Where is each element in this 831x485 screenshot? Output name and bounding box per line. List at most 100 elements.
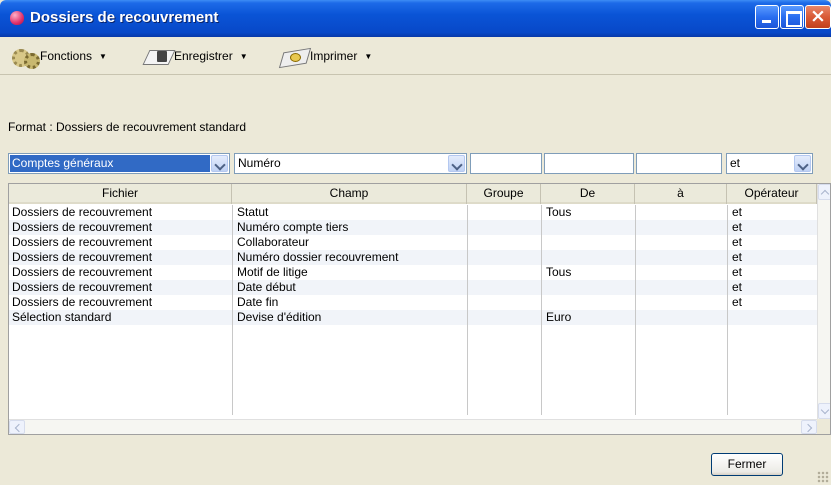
cell-champ: Motif de litige: [237, 265, 308, 279]
caret-down-icon: ▼: [99, 51, 107, 61]
app-icon: [10, 11, 24, 25]
fichier-select[interactable]: Comptes généraux: [8, 153, 230, 174]
cell-champ: Numéro compte tiers: [237, 220, 349, 234]
column-header-groupe[interactable]: Groupe: [467, 184, 541, 204]
window-title: Dossiers de recouvrement: [30, 9, 219, 26]
operateur-select[interactable]: et: [726, 153, 813, 174]
champ-select[interactable]: Numéro: [234, 153, 467, 174]
enregistrer-label: Enregistrer: [174, 49, 233, 63]
toolbar-divider: [0, 74, 831, 75]
cell-groupe: [467, 265, 541, 280]
cell-a: [635, 310, 727, 325]
cell-champ: Statut: [237, 205, 269, 219]
groupe-input[interactable]: [470, 153, 542, 174]
title-bar[interactable]: Dossiers de recouvrement ×: [0, 0, 831, 37]
cell-a: [635, 235, 727, 250]
enregistrer-menu-button[interactable]: Enregistrer ▼: [144, 45, 248, 67]
cell-de: Euro: [546, 310, 572, 324]
cell-a: [635, 295, 727, 310]
table-row[interactable]: Dossiers de recouvrement Numéro dossier …: [9, 250, 817, 265]
cell-groupe: [467, 280, 541, 295]
cell-champ: Devise d'édition: [237, 310, 322, 324]
grid-rows: Dossiers de recouvrement Statut Tous et …: [9, 205, 817, 415]
cell-a: [635, 220, 727, 235]
column-header-fichier[interactable]: Fichier: [9, 184, 232, 204]
resize-grip-icon[interactable]: [817, 471, 829, 483]
cell-de: [543, 295, 635, 310]
fonctions-menu-button[interactable]: Fonctions ▼: [10, 45, 107, 69]
criteria-grid: Fichier Champ Groupe De à Opérateur Doss…: [8, 183, 831, 435]
horizontal-scrollbar[interactable]: [9, 419, 817, 434]
cell-a: [635, 265, 727, 280]
fermer-button[interactable]: Fermer: [711, 453, 783, 476]
cell-operateur: [729, 310, 817, 325]
cell-fichier: Dossiers de recouvrement: [12, 265, 153, 279]
column-divider: [467, 205, 468, 415]
operateur-select-value: et: [730, 156, 741, 170]
column-header-a[interactable]: à: [635, 184, 727, 204]
cell-fichier: Dossiers de recouvrement: [12, 220, 153, 234]
chevron-down-icon[interactable]: [211, 155, 228, 172]
imprimer-label: Imprimer: [310, 49, 358, 63]
chevron-down-icon[interactable]: [794, 155, 811, 172]
fichier-select-value: Comptes généraux: [12, 156, 114, 170]
cell-de: Tous: [546, 265, 572, 279]
cell-de: [543, 235, 635, 250]
cell-groupe: [467, 235, 541, 250]
caret-down-icon: ▼: [364, 51, 373, 61]
format-label: Format : Dossiers de recouvrement standa…: [8, 120, 247, 134]
grid-header: Fichier Champ Groupe De à Opérateur: [9, 184, 817, 204]
cell-champ: Date fin: [237, 295, 279, 309]
table-row[interactable]: Dossiers de recouvrement Date fin et: [9, 295, 817, 310]
cell-operateur: et: [732, 265, 743, 279]
column-header-de[interactable]: De: [541, 184, 635, 204]
save-icon: [144, 46, 172, 66]
table-row[interactable]: Dossiers de recouvrement Numéro compte t…: [9, 220, 817, 235]
vertical-scrollbar[interactable]: [817, 184, 830, 419]
cell-operateur: et: [732, 220, 743, 234]
table-row[interactable]: Dossiers de recouvrement Collaborateur e…: [9, 235, 817, 250]
cell-groupe: [467, 295, 541, 310]
cell-champ: Numéro dossier recouvrement: [237, 250, 399, 264]
cell-champ: Collaborateur: [237, 235, 310, 249]
a-input[interactable]: [636, 153, 722, 174]
table-row[interactable]: Dossiers de recouvrement Statut Tous et: [9, 205, 817, 220]
cell-fichier: Dossiers de recouvrement: [12, 280, 153, 294]
column-divider: [635, 205, 636, 415]
cell-de: [543, 250, 635, 265]
cell-operateur: et: [732, 250, 743, 264]
column-divider: [232, 205, 233, 415]
cell-operateur: et: [732, 295, 743, 309]
chevron-down-icon[interactable]: [448, 155, 465, 172]
gears-icon: [10, 46, 40, 69]
window: Dossiers de recouvrement × Fonctions ▼ E…: [0, 0, 831, 485]
table-row[interactable]: Dossiers de recouvrement Date début et: [9, 280, 817, 295]
cell-de: [543, 280, 635, 295]
cell-fichier: Dossiers de recouvrement: [12, 205, 153, 219]
table-row[interactable]: Sélection standard Devise d'édition Euro: [9, 310, 817, 325]
column-header-operateur[interactable]: Opérateur: [727, 184, 817, 204]
scroll-down-icon[interactable]: [818, 403, 830, 419]
scrollbar-corner: [817, 419, 830, 434]
scroll-right-icon[interactable]: [801, 420, 817, 434]
column-header-champ[interactable]: Champ: [232, 184, 467, 204]
cell-de: Tous: [546, 205, 572, 219]
minimize-button[interactable]: [755, 5, 779, 29]
maximize-button[interactable]: [780, 5, 804, 29]
toolbar: Fonctions ▼ Enregistrer ▼ Imprimer ▼: [6, 37, 831, 74]
cell-fichier: Dossiers de recouvrement: [12, 235, 153, 249]
cell-a: [635, 205, 727, 220]
cell-operateur: et: [732, 205, 743, 219]
filter-row: Comptes généraux Numéro et: [8, 153, 831, 175]
table-row[interactable]: Dossiers de recouvrement Motif de litige…: [9, 265, 817, 280]
cell-fichier: Dossiers de recouvrement: [12, 250, 153, 264]
close-icon: ×: [810, 5, 826, 27]
imprimer-menu-button[interactable]: Imprimer ▼: [280, 45, 372, 67]
de-input[interactable]: [544, 153, 634, 174]
caret-down-icon: ▼: [239, 51, 248, 61]
close-button[interactable]: ×: [805, 5, 831, 29]
scroll-up-icon[interactable]: [818, 184, 830, 200]
cell-champ: Date début: [237, 280, 296, 294]
cell-fichier: Sélection standard: [12, 310, 112, 324]
scroll-left-icon[interactable]: [9, 420, 25, 434]
